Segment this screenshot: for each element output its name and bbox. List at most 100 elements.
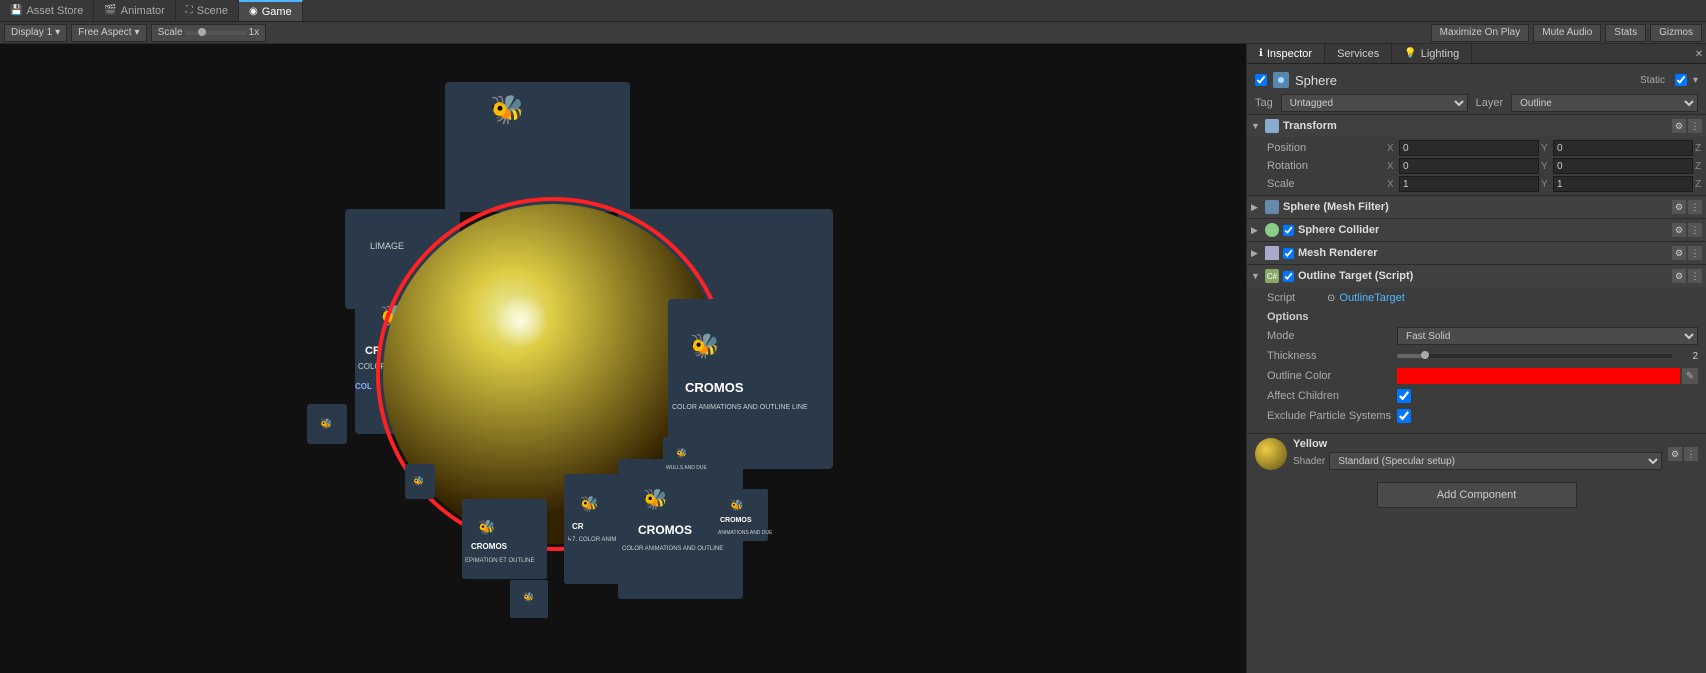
scene-icon: ⛶ [186,5,193,16]
svg-text:🐝: 🐝 [413,476,424,486]
add-component-button[interactable]: Add Component [1377,482,1577,508]
lighting-icon: 💡 [1404,48,1416,59]
scale-y-input[interactable] [1553,176,1693,192]
shader-selector[interactable]: Standard (Specular setup) [1329,452,1662,470]
static-arrow-icon[interactable]: ▾ [1693,75,1698,86]
transform-body: Position X Y Z [1247,137,1706,195]
aspect-selector[interactable]: Free Aspect ▾ [71,24,146,42]
svg-text:🐝: 🐝 [730,499,744,512]
outline-color-row: Outline Color ✎ [1267,367,1698,385]
inspector-tab-bar: ℹ Inspector Services 💡 Lighting ✕ [1247,44,1706,64]
transform-settings-icon[interactable]: ⚙ [1672,119,1686,133]
main-area: 🐝 LIMAGE 🐝 CR COLOR ANIM COL E 🐝 [0,44,1706,673]
thickness-slider-track[interactable] [1397,354,1672,358]
svg-text:EPIMATION ET OUTLINE: EPIMATION ET OUTLINE [465,558,534,564]
thickness-slider-thumb[interactable] [1421,351,1429,359]
gizmos-button[interactable]: Gizmos [1650,24,1702,42]
collider-icon [1265,223,1279,237]
mode-row: Mode Fast Solid [1267,327,1698,345]
object-name[interactable]: Sphere [1295,73,1634,88]
rotation-x-axis: X [1387,161,1397,172]
tab-lighting-label: Lighting [1421,48,1460,60]
inspector-panel: ℹ Inspector Services 💡 Lighting ✕ Sphere [1246,44,1706,673]
outline-toggle-icon: ▼ [1251,271,1261,281]
scale-x-input[interactable] [1399,176,1539,192]
inspector-scroll-area[interactable]: Sphere Static ▾ Tag Untagged Layer Outli… [1247,64,1706,673]
renderer-name: Mesh Renderer [1298,247,1668,259]
outline-settings-icon[interactable]: ⚙ [1672,269,1686,283]
renderer-enabled-checkbox[interactable] [1283,248,1294,259]
position-fields: X Y Z [1387,140,1706,156]
tab-game[interactable]: ◉ Game [239,0,303,21]
inspector-close-button[interactable]: ✕ [1692,44,1706,64]
display-arrow-icon: ▾ [55,27,60,38]
material-settings-icon[interactable]: ⚙ [1668,447,1682,461]
outline-target-header[interactable]: ▼ C# Outline Target (Script) ⚙ ⋮ [1247,265,1706,287]
tab-inspector[interactable]: ℹ Inspector [1247,44,1325,63]
sphere-collider-header[interactable]: ▶ Sphere Collider ⚙ ⋮ [1247,219,1706,241]
color-eyedropper-button[interactable]: ✎ [1682,368,1698,384]
toolbar-right-buttons: Maximize On Play Mute Audio Stats Gizmos [1431,24,1702,42]
animator-icon: 🎬 [104,5,116,16]
material-context-button[interactable]: ⋮ [1684,447,1698,461]
mode-selector[interactable]: Fast Solid [1397,327,1698,345]
renderer-settings-icon[interactable]: ⚙ [1672,246,1686,260]
maximize-on-play-button[interactable]: Maximize On Play [1431,24,1530,42]
renderer-context-button[interactable]: ⋮ [1688,246,1702,260]
rotation-y-input[interactable] [1553,158,1693,174]
static-checkbox[interactable] [1675,74,1687,86]
rotation-x-input[interactable] [1399,158,1539,174]
affect-children-checkbox[interactable] [1397,389,1411,403]
position-z-axis: Z [1695,143,1705,154]
scale-control[interactable]: Scale 1x [151,24,267,42]
mesh-filter-icon [1265,200,1279,214]
mode-value: Fast Solid [1397,327,1698,345]
outline-script-icon: C# [1265,269,1279,283]
mesh-renderer-header[interactable]: ▶ Mesh Renderer ⚙ ⋮ [1247,242,1706,264]
exclude-particles-label: Exclude Particle Systems [1267,410,1397,422]
object-active-checkbox[interactable] [1255,74,1267,86]
script-value[interactable]: OutlineTarget [1339,292,1404,304]
position-z-field: Z [1695,140,1706,156]
tab-animator[interactable]: 🎬 Animator [94,0,175,21]
outline-color-swatch[interactable] [1397,368,1680,384]
scale-z-field: Z [1695,176,1706,192]
tab-scene[interactable]: ⛶ Scene [176,0,239,21]
display-selector[interactable]: Display 1 ▾ [4,24,67,42]
material-buttons: ⚙ ⋮ [1668,447,1698,461]
tab-inspector-label: Inspector [1267,48,1312,60]
stats-button[interactable]: Stats [1605,24,1646,42]
collider-settings-icon[interactable]: ⚙ [1672,223,1686,237]
transform-header[interactable]: ▼ Transform ⚙ ⋮ [1247,115,1706,137]
exclude-particles-checkbox[interactable] [1397,409,1411,423]
tag-selector[interactable]: Untagged [1281,94,1468,112]
script-label: Script [1267,292,1327,304]
game-viewport[interactable]: 🐝 LIMAGE 🐝 CR COLOR ANIM COL E 🐝 [0,44,1246,673]
position-y-input[interactable] [1553,140,1693,156]
layer-selector[interactable]: Outline [1511,94,1698,112]
position-x-input[interactable] [1399,140,1539,156]
collider-enabled-checkbox[interactable] [1283,225,1294,236]
outline-target-body: Script ⊙ OutlineTarget Options Mode Fast [1247,287,1706,433]
outline-context-button[interactable]: ⋮ [1688,269,1702,283]
collider-context-button[interactable]: ⋮ [1688,223,1702,237]
tab-asset-store[interactable]: 💾 Asset Store [0,0,94,21]
svg-text:🐝: 🐝 [490,94,525,126]
tab-lighting[interactable]: 💡 Lighting [1392,44,1472,63]
rotation-y-axis: Y [1541,161,1551,172]
mesh-filter-settings-icon[interactable]: ⚙ [1672,200,1686,214]
scale-y-field: Y [1541,176,1693,192]
tab-services-label: Services [1337,48,1379,60]
asset-store-icon: 💾 [10,5,22,16]
mesh-filter-context-button[interactable]: ⋮ [1688,200,1702,214]
outline-enabled-checkbox[interactable] [1283,271,1294,282]
top-tab-bar: 💾 Asset Store 🎬 Animator ⛶ Scene ◉ Game [0,0,1706,22]
sphere-mesh-filter-header[interactable]: ▶ Sphere (Mesh Filter) ⚙ ⋮ [1247,196,1706,218]
tab-services[interactable]: Services [1325,44,1392,63]
transform-context-button[interactable]: ⋮ [1688,119,1702,133]
rotation-z-field: Z [1695,158,1706,174]
mesh-filter-toggle-icon: ▶ [1251,202,1261,213]
transform-name: Transform [1283,120,1668,132]
display-label: Display 1 [11,27,52,38]
mute-audio-button[interactable]: Mute Audio [1533,24,1601,42]
